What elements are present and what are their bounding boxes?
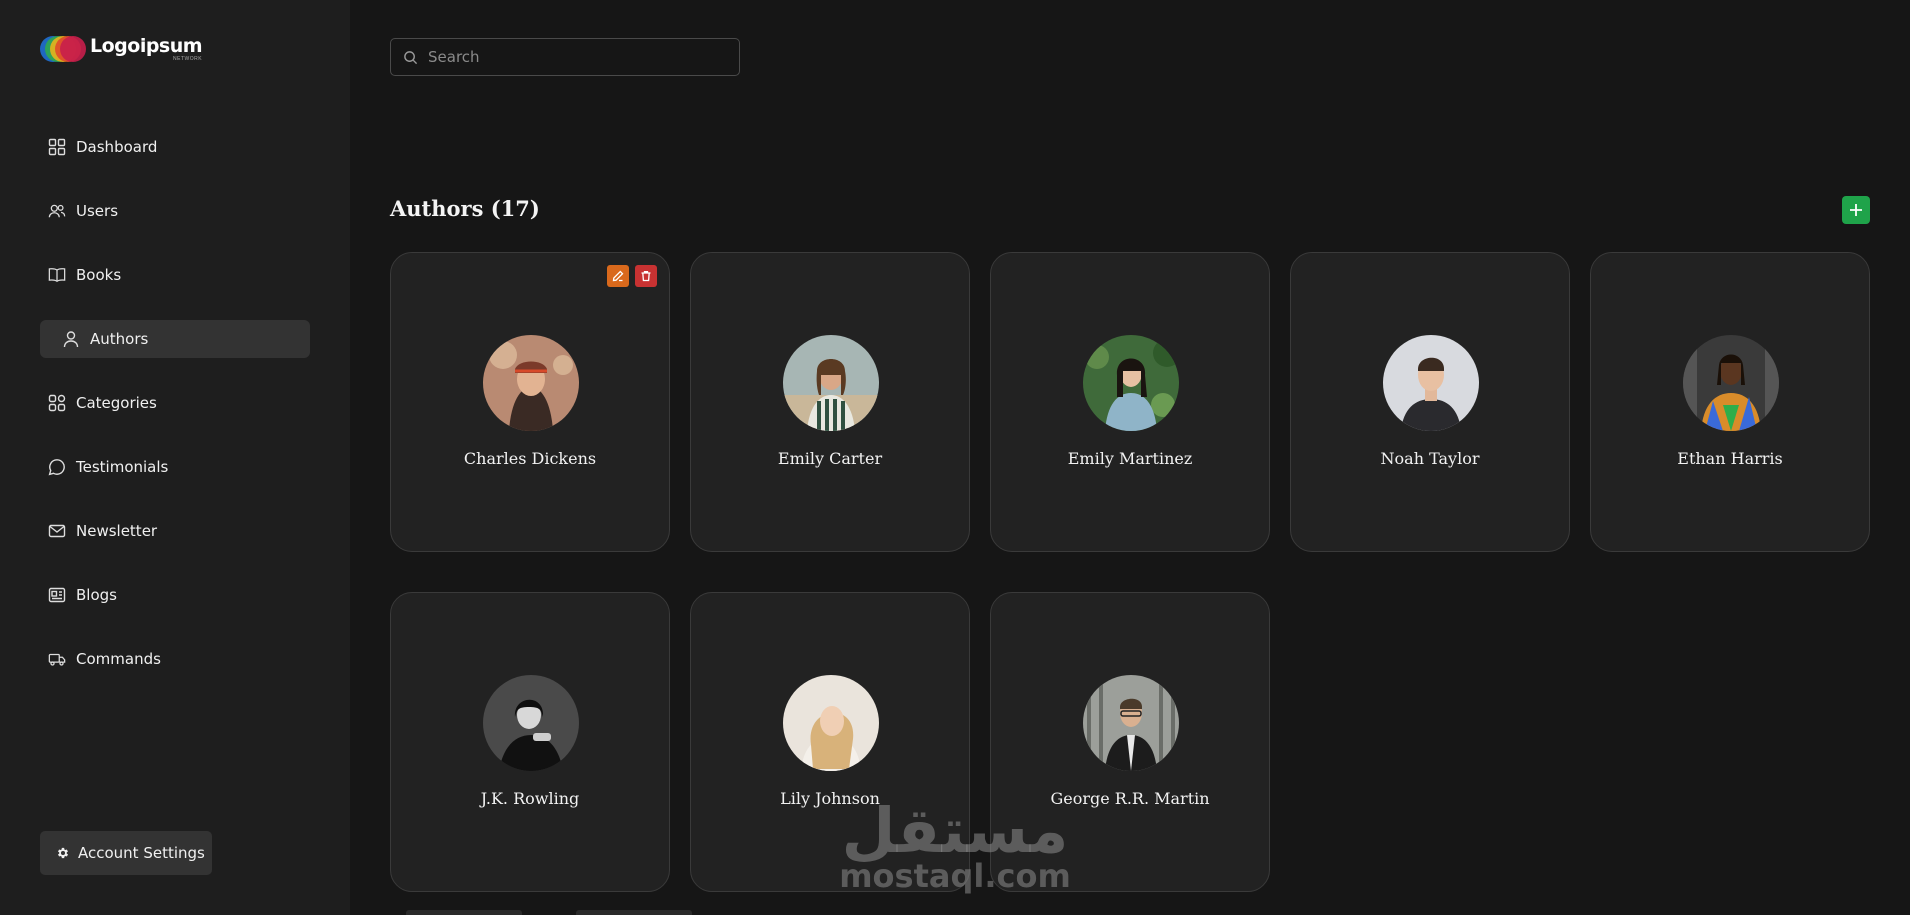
brand-subtitle: NETWORK — [173, 55, 203, 62]
author-card[interactable]: Emily Martinez — [990, 252, 1270, 552]
page-title: Authors (17) — [390, 196, 540, 221]
sidebar-item-label: Commands — [76, 650, 161, 668]
sidebar-item-testimonials[interactable]: Testimonials — [40, 448, 310, 486]
sidebar-item-blogs[interactable]: Blogs — [40, 576, 310, 614]
author-name: Emily Martinez — [1067, 449, 1193, 468]
author-name: Noah Taylor — [1380, 449, 1480, 468]
account-settings-label: Account Settings — [78, 844, 205, 862]
edit-button[interactable] — [607, 265, 629, 287]
sidebar-item-categories[interactable]: Categories — [40, 384, 310, 422]
sidebar-item-users[interactable]: Users — [40, 192, 310, 230]
search-box[interactable] — [390, 38, 740, 76]
author-avatar — [783, 675, 879, 771]
book-icon — [48, 266, 66, 284]
sidebar-item-commands[interactable]: Commands — [40, 640, 310, 678]
author-card[interactable]: Ethan Harris — [1590, 252, 1870, 552]
sidebar-item-books[interactable]: Books — [40, 256, 310, 294]
add-author-button[interactable] — [1842, 196, 1870, 224]
categories-icon — [48, 394, 66, 412]
author-name: J.K. Rowling — [480, 789, 580, 808]
author-card[interactable]: George R.R. Martin — [990, 592, 1270, 892]
search-input[interactable] — [428, 48, 718, 66]
author-avatar — [1083, 675, 1179, 771]
account-settings-button[interactable]: Account Settings — [40, 831, 212, 875]
user-icon — [62, 330, 80, 348]
users-icon — [48, 202, 66, 220]
sidebar-item-label: Blogs — [76, 586, 117, 604]
newspaper-icon — [48, 586, 66, 604]
author-name: Emily Carter — [777, 449, 883, 468]
author-name: Ethan Harris — [1677, 449, 1783, 468]
author-name: George R.R. Martin — [1050, 789, 1210, 808]
plus-icon — [1849, 203, 1863, 217]
author-card[interactable]: Noah Taylor — [1290, 252, 1570, 552]
sidebar-item-label: Books — [76, 266, 122, 284]
author-avatar — [483, 335, 579, 431]
sidebar-item-authors[interactable]: Authors — [40, 320, 310, 358]
sidebar-item-label: Authors — [90, 330, 149, 348]
author-avatar — [1383, 335, 1479, 431]
next-row-card-edge — [576, 910, 692, 915]
sidebar-item-label: Categories — [76, 394, 157, 412]
author-card[interactable]: Emily Carter — [690, 252, 970, 552]
author-avatar — [783, 335, 879, 431]
author-avatar — [483, 675, 579, 771]
author-card[interactable]: Charles Dickens — [390, 252, 670, 552]
brand-logo[interactable]: Logoipsum NETWORK — [40, 34, 203, 62]
logo-mark-icon — [40, 36, 86, 62]
gear-icon — [56, 846, 70, 860]
trash-icon — [640, 270, 652, 282]
sidebar-item-label: Testimonials — [76, 458, 169, 476]
delete-button[interactable] — [635, 265, 657, 287]
author-name: Lily Johnson — [780, 789, 880, 808]
author-avatar — [1683, 335, 1779, 431]
sidebar-item-dashboard[interactable]: Dashboard — [40, 128, 310, 166]
truck-icon — [48, 650, 66, 668]
brand-name: Logoipsum — [90, 34, 203, 57]
author-card[interactable]: J.K. Rowling — [390, 592, 670, 892]
sidebar-item-label: Newsletter — [76, 522, 158, 540]
chat-icon — [48, 458, 66, 476]
sidebar-item-label: Dashboard — [76, 138, 158, 156]
sidebar: Logoipsum NETWORK Dashboard Users Books — [0, 0, 350, 915]
pencil-icon — [612, 270, 624, 282]
mail-icon — [48, 522, 66, 540]
search-icon — [403, 50, 418, 65]
next-row-card-edge — [406, 910, 522, 915]
sidebar-item-label: Users — [76, 202, 119, 220]
grid-icon — [48, 138, 66, 156]
author-card[interactable]: Lily Johnson — [690, 592, 970, 892]
author-name: Charles Dickens — [463, 449, 597, 468]
author-avatar — [1083, 335, 1179, 431]
sidebar-item-newsletter[interactable]: Newsletter — [40, 512, 310, 550]
sidebar-nav: Dashboard Users Books Authors Categories — [40, 128, 310, 704]
